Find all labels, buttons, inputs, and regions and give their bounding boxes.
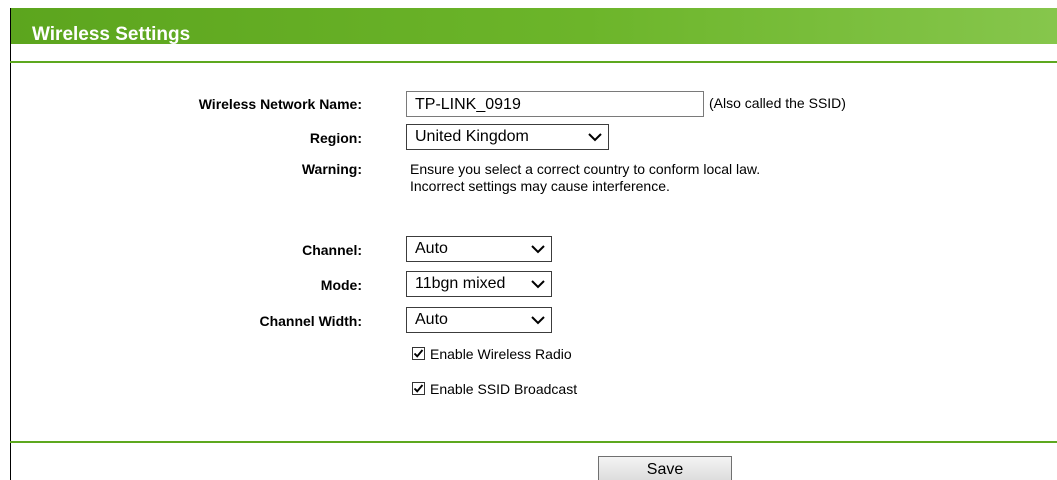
channel-select-value: Auto — [415, 240, 448, 257]
wireless-settings-page: Wireless Settings Wireless Network Name:… — [0, 0, 1057, 480]
chevron-down-icon — [531, 280, 545, 289]
enable-ssid-broadcast-checkbox[interactable] — [412, 382, 425, 395]
warning-line-1: Ensure you select a correct country to c… — [410, 161, 761, 177]
warning-message: Ensure you select a correct country to c… — [410, 161, 760, 195]
enable-wireless-radio-label: Enable Wireless Radio — [430, 346, 572, 362]
ssid-input[interactable] — [406, 91, 704, 117]
warning-line-2: Incorrect settings may cause interferenc… — [410, 178, 670, 194]
mode-label: Mode: — [320, 277, 362, 293]
channel-label: Channel: — [302, 242, 362, 258]
chevron-down-icon — [588, 133, 602, 142]
region-select[interactable]: United Kingdom — [406, 124, 609, 150]
enable-ssid-broadcast-label: Enable SSID Broadcast — [430, 381, 578, 397]
save-button[interactable]: Save — [598, 456, 732, 480]
channel-select[interactable]: Auto — [406, 236, 552, 262]
mode-select[interactable]: 11bgn mixed — [406, 271, 552, 297]
mode-select-value: 11bgn mixed — [415, 275, 506, 292]
channel-width-select-value: Auto — [415, 311, 448, 328]
top-stripe — [10, 0, 1057, 8]
channel-width-select[interactable]: Auto — [406, 307, 552, 333]
ssid-label: Wireless Network Name: — [198, 96, 362, 112]
chevron-down-icon — [531, 316, 545, 325]
divider-bottom — [10, 441, 1057, 443]
page-title: Wireless Settings — [32, 24, 191, 45]
enable-wireless-radio-checkbox[interactable] — [412, 347, 425, 360]
channel-width-label: Channel Width: — [259, 313, 362, 329]
left-border — [10, 8, 11, 480]
warning-label: Warning: — [301, 161, 362, 177]
checkmark-icon — [413, 384, 424, 393]
checkmark-icon — [413, 349, 424, 358]
ssid-hint: (Also called the SSID) — [709, 95, 846, 111]
header-bar: Wireless Settings — [10, 8, 1057, 45]
region-select-value: United Kingdom — [415, 128, 529, 145]
divider-top — [10, 61, 1057, 63]
chevron-down-icon — [531, 245, 545, 254]
region-label: Region: — [309, 130, 362, 146]
